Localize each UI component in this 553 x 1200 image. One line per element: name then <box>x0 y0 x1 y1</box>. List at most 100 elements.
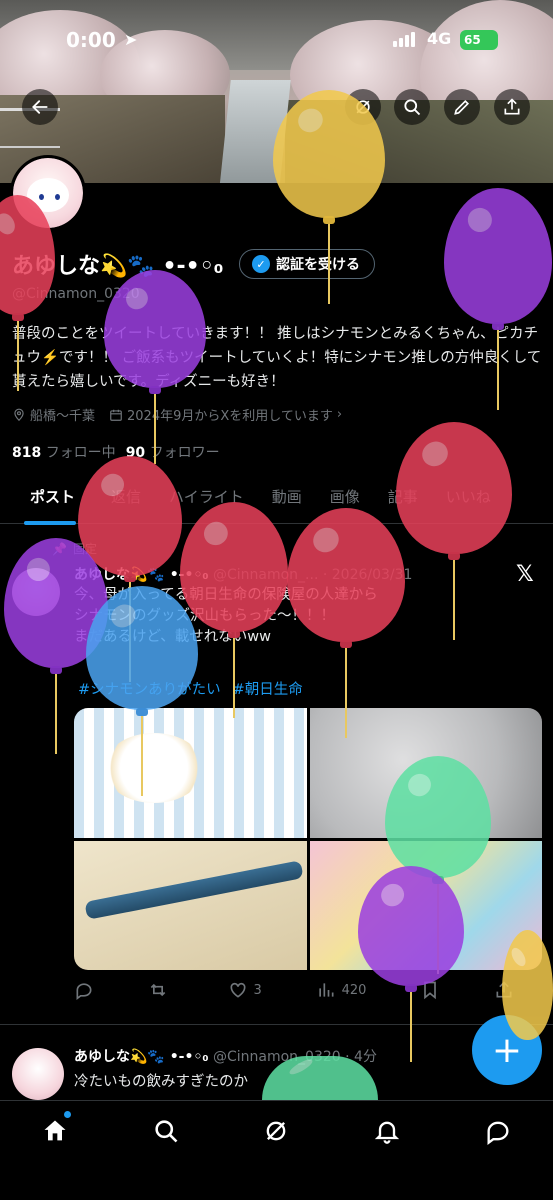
post-author-name[interactable]: あゆしな💫🐾 •-•◦₀ <box>74 567 209 583</box>
views-button[interactable]: 420 <box>316 980 367 1000</box>
hashtag-link[interactable]: #シナモンありがたい <box>78 678 221 699</box>
nav-notifications[interactable] <box>369 1113 405 1149</box>
calendar-icon <box>110 409 122 421</box>
followers-count: 90 <box>125 445 146 461</box>
following-count: 818 <box>12 445 42 461</box>
media-image-cinnamoroll-bag[interactable] <box>74 708 307 838</box>
like-button[interactable]: 3 <box>228 980 262 1000</box>
tab-replies[interactable]: 返信 <box>97 478 155 524</box>
battery-indicator: 65 <box>460 30 498 50</box>
balloon-string <box>55 674 57 754</box>
balloon-knot <box>50 666 62 674</box>
following-link[interactable]: 818 フォロー中 <box>12 442 116 462</box>
followers-link[interactable]: 90 フォロワー <box>126 442 220 462</box>
balloon-string <box>410 992 412 1062</box>
pin-icon: 📌 <box>52 541 67 556</box>
bookmark-button[interactable] <box>420 980 440 1000</box>
profile-meta: 船橋〜千葉 2024年9月からXを利用しています › <box>12 405 342 424</box>
post-hashtags: #シナモンありがたい #朝日生命 <box>78 678 303 699</box>
post-divider <box>0 1024 553 1025</box>
post-avatar[interactable] <box>12 568 60 616</box>
profile-handle: @Cinnamon_0320 <box>12 286 140 302</box>
post-handle-date: @Cinnamon_... · 2026/03/31 <box>212 567 413 583</box>
search-button[interactable] <box>394 89 430 125</box>
post-text: 今、母が入ってる朝日生命の保険屋の人達から シナモンのグッズ沢山もらった〜！！！… <box>74 587 378 645</box>
followers-label: フォロワー <box>149 445 220 461</box>
cellular-signal-icon <box>393 32 415 47</box>
bell-icon <box>374 1121 400 1144</box>
share-post-button[interactable] <box>494 980 514 1000</box>
following-label: フォロー中 <box>45 445 116 461</box>
balloon-knot <box>448 552 460 560</box>
share-button[interactable] <box>494 89 530 125</box>
back-arrow-icon <box>32 100 48 114</box>
tab-videos[interactable]: 動画 <box>258 478 316 524</box>
tab-images[interactable]: 画像 <box>316 478 374 524</box>
post-media-grid <box>74 708 542 970</box>
post-actions: 3 420 <box>74 980 514 1000</box>
nav-grok[interactable] <box>258 1113 294 1149</box>
get-verified-button[interactable]: ✓ 認証を受ける <box>239 249 375 279</box>
profile-tabs: ポスト 返信 ハイライト 動画 画像 記事 いいね <box>0 478 553 525</box>
cinnamoroll-avatar-image <box>13 158 83 228</box>
bottom-navigation <box>0 1100 553 1200</box>
like-count: 3 <box>253 982 262 998</box>
nav-messages[interactable] <box>480 1113 516 1149</box>
post-handle-time: @Cinnamon_0320 · 4分 <box>212 1049 377 1065</box>
nav-search[interactable] <box>148 1113 184 1149</box>
avatar-eye <box>39 194 44 200</box>
search-icon <box>155 1120 178 1143</box>
profile-location: 船橋〜千葉 <box>12 405 95 424</box>
nav-home[interactable] <box>37 1111 73 1149</box>
share-icon <box>504 98 520 115</box>
tab-likes[interactable]: いいね <box>432 478 505 524</box>
get-verified-label: 認証を受ける <box>276 257 360 273</box>
media-image-cinnamoroll-folder[interactable] <box>309 840 542 970</box>
edit-profile-button[interactable] <box>444 89 480 125</box>
reply-button[interactable] <box>74 980 94 1000</box>
avatar-face <box>27 178 69 212</box>
post-author-name[interactable]: あゆしな💫🐾 •-•◦₀ <box>74 1049 209 1065</box>
back-button[interactable] <box>22 89 58 125</box>
network-type: 4G <box>427 29 452 48</box>
media-image-charm[interactable] <box>309 708 542 838</box>
tab-articles[interactable]: 記事 <box>374 478 432 524</box>
tab-posts[interactable]: ポスト <box>0 478 97 525</box>
x-logo-icon: 𝕏 <box>516 562 534 587</box>
reply-icon <box>76 983 92 1000</box>
profile-avatar[interactable] <box>10 155 86 231</box>
post-header: あゆしな💫🐾 •-•◦₀ @Cinnamon_... · 2026/03/31 <box>74 564 412 584</box>
views-chart-icon <box>318 983 334 997</box>
pen-icon <box>454 99 470 115</box>
share-icon <box>496 981 512 998</box>
search-icon <box>404 99 421 116</box>
joined-text: 2024年9月からXを利用しています <box>127 409 333 424</box>
balloon-body <box>444 188 552 324</box>
balloon-knot <box>11 313 24 321</box>
chevron-right-icon: › <box>336 407 343 422</box>
status-bar: 0:00 ➤ 4G 65 <box>0 0 553 80</box>
compose-plus-icon: + <box>491 1029 523 1071</box>
profile-joined[interactable]: 2024年9月からXを利用しています › <box>109 405 342 424</box>
grok-button[interactable] <box>345 89 381 125</box>
status-time: 0:00 <box>66 28 116 52</box>
location-arrow-icon: ➤ <box>124 30 138 49</box>
post-avatar[interactable] <box>12 1048 64 1100</box>
follow-stats: 818 フォロー中 90 フォロワー <box>12 442 220 462</box>
compose-post-button[interactable]: + <box>472 1015 542 1085</box>
repost-icon <box>150 983 166 997</box>
pinned-label: 固定 <box>72 542 97 556</box>
profile-bio: 普段のことをツイートしていきます！！ 推しはシナモンとみるくちゃん、ピカチュウ⚡… <box>12 326 542 390</box>
tab-highlights[interactable]: ハイライト <box>155 478 258 524</box>
message-bubble-icon <box>487 1121 509 1145</box>
repost-button[interactable] <box>148 980 174 1000</box>
media-image-pen[interactable] <box>74 840 307 970</box>
grok-icon <box>356 100 370 114</box>
profile-name: あゆしな💫🐾 •-•◦₀ <box>12 254 224 279</box>
pinned-indicator: 📌 固定 <box>52 540 97 557</box>
verified-badge-icon: ✓ <box>252 255 270 273</box>
heart-icon <box>230 982 246 998</box>
views-count: 420 <box>341 982 367 998</box>
bookmark-icon <box>424 981 437 1000</box>
hashtag-link[interactable]: #朝日生命 <box>233 678 303 699</box>
